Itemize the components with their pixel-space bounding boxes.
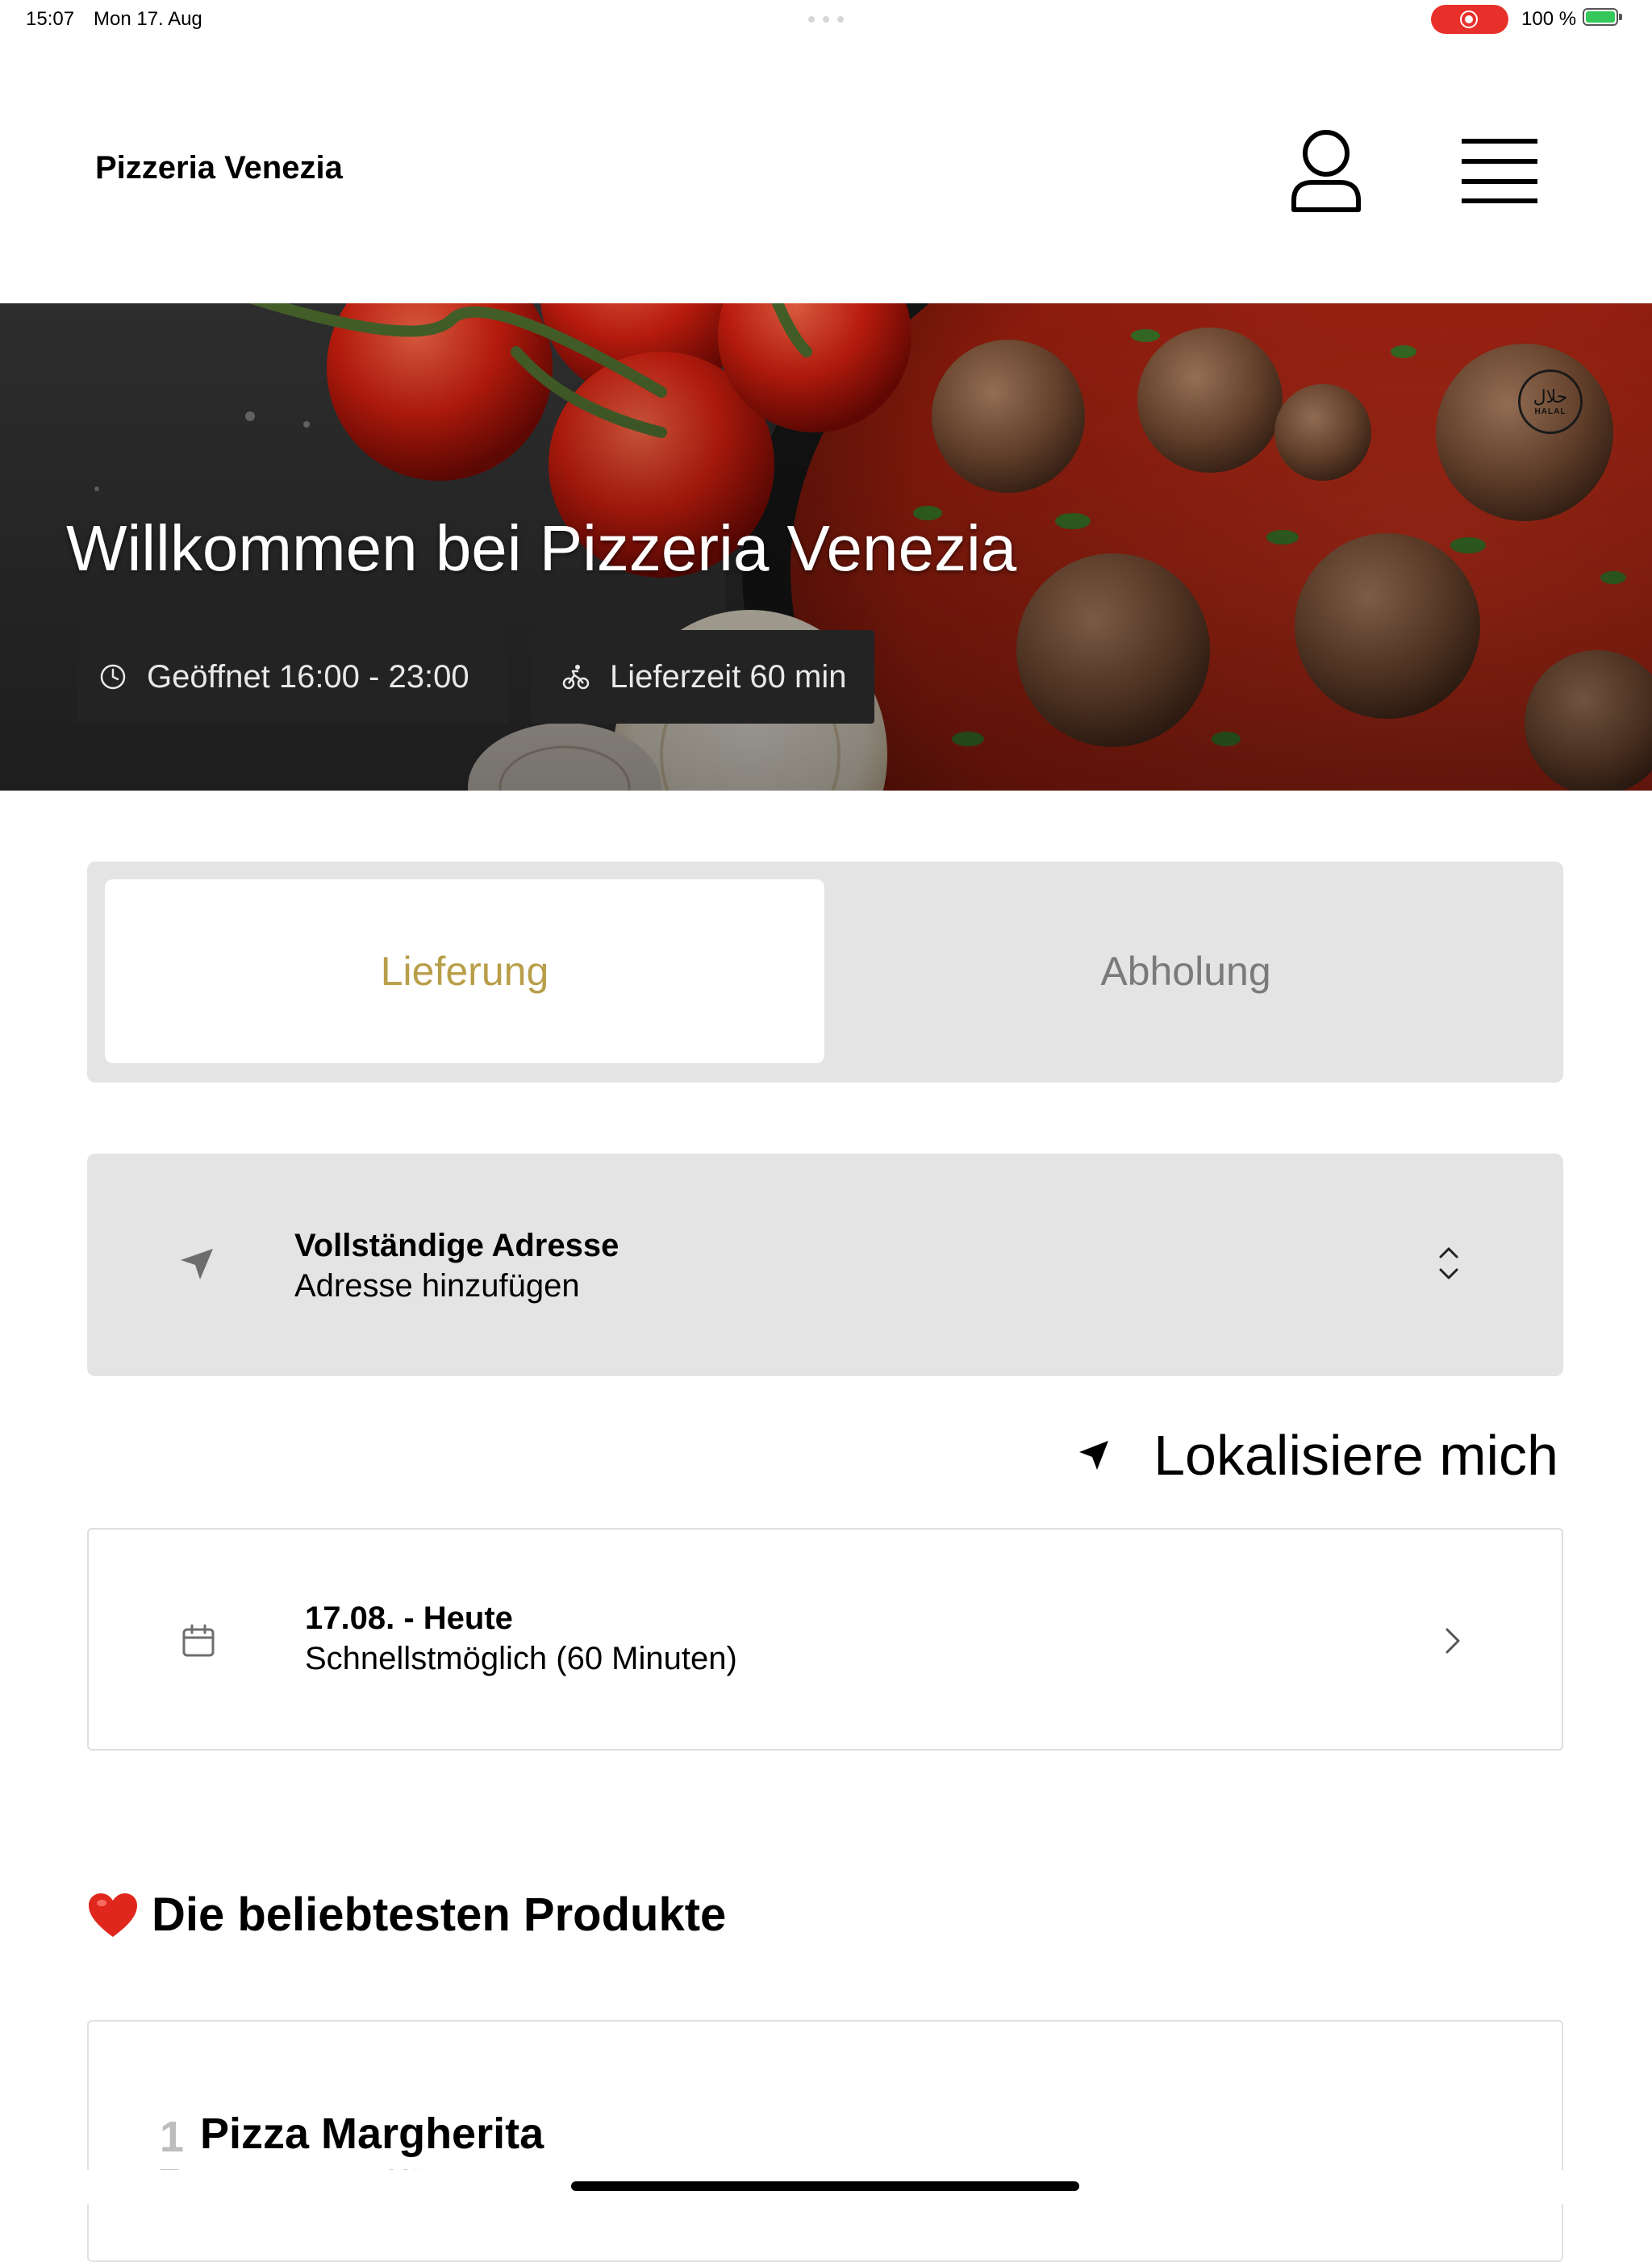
home-indicator[interactable]	[571, 2181, 1079, 2191]
product-rank: 1	[160, 2113, 185, 2161]
delivery-date-title: 17.08. - Heute	[305, 1601, 513, 1636]
calendar-icon	[182, 1624, 215, 1657]
status-time: 15:07	[26, 8, 75, 30]
chevron-up-down-icon	[1439, 1247, 1458, 1279]
opening-hours-text: Geöffnet 16:00 - 23:00	[147, 658, 469, 695]
status-bar: 15:07 Mon 17. Aug 100 %	[0, 0, 1652, 39]
address-title: Vollständige Adresse	[294, 1228, 620, 1263]
delivery-date-selector[interactable]: 17.08. - Heute Schnellstmöglich (60 Minu…	[87, 1528, 1563, 1751]
halal-badge: حلال HALAL	[1518, 369, 1583, 434]
halal-arabic-text: حلال	[1533, 386, 1568, 407]
location-arrow-icon	[181, 1249, 213, 1279]
red-heart-icon	[89, 1893, 137, 1937]
hero-title: Willkommen bei Pizzeria Venezia	[66, 512, 1017, 584]
opening-hours-pill: Geöffnet 16:00 - 23:00	[77, 630, 508, 724]
battery-percentage: 100 %	[1521, 8, 1577, 30]
screen-recording-icon[interactable]	[1431, 5, 1508, 34]
chevron-right-icon	[1446, 1628, 1460, 1654]
locate-me-button[interactable]: Lokalisiere mich	[1076, 1423, 1558, 1488]
popular-products-title: Die beliebtesten Produkte	[152, 1888, 727, 1941]
hero-banner: حلال HALAL Willkommen bei Pizzeria Venez…	[0, 303, 1652, 791]
clock-icon	[100, 664, 126, 690]
hamburger-menu-icon[interactable]	[1460, 137, 1539, 203]
brand-name[interactable]: Pizzeria Venezia	[95, 150, 343, 186]
status-date: Mon 17. Aug	[94, 8, 202, 30]
tab-delivery[interactable]: Lieferung	[105, 879, 824, 1063]
bicycle-courier-icon	[562, 665, 590, 690]
delivery-time-text: Lieferzeit 60 min	[610, 658, 847, 695]
popular-products-heading: Die beliebtesten Produkte	[87, 1888, 726, 1942]
multitasking-dots-icon[interactable]	[808, 16, 844, 23]
locate-me-label: Lokalisiere mich	[1153, 1424, 1558, 1487]
navigation-arrow-icon	[1079, 1441, 1109, 1470]
battery-icon	[1583, 8, 1622, 26]
address-subtitle: Adresse hinzufügen	[294, 1268, 580, 1304]
tab-pickup[interactable]: Abholung	[826, 879, 1546, 1063]
delivery-time-pill: Lieferzeit 60 min	[531, 630, 874, 724]
product-card[interactable]: 1 Pizza Margherita Tomatensauce, Käse	[87, 2020, 1563, 2262]
product-name: Pizza Margherita	[200, 2110, 544, 2158]
address-selector[interactable]: Vollständige Adresse Adresse hinzufügen	[87, 1154, 1563, 1376]
delivery-date-subtitle: Schnellstmöglich (60 Minuten)	[305, 1641, 737, 1676]
delivery-mode-toggle: Lieferung Abholung	[87, 862, 1563, 1083]
user-icon[interactable]	[1289, 126, 1363, 215]
halal-text: HALAL	[1534, 407, 1566, 416]
